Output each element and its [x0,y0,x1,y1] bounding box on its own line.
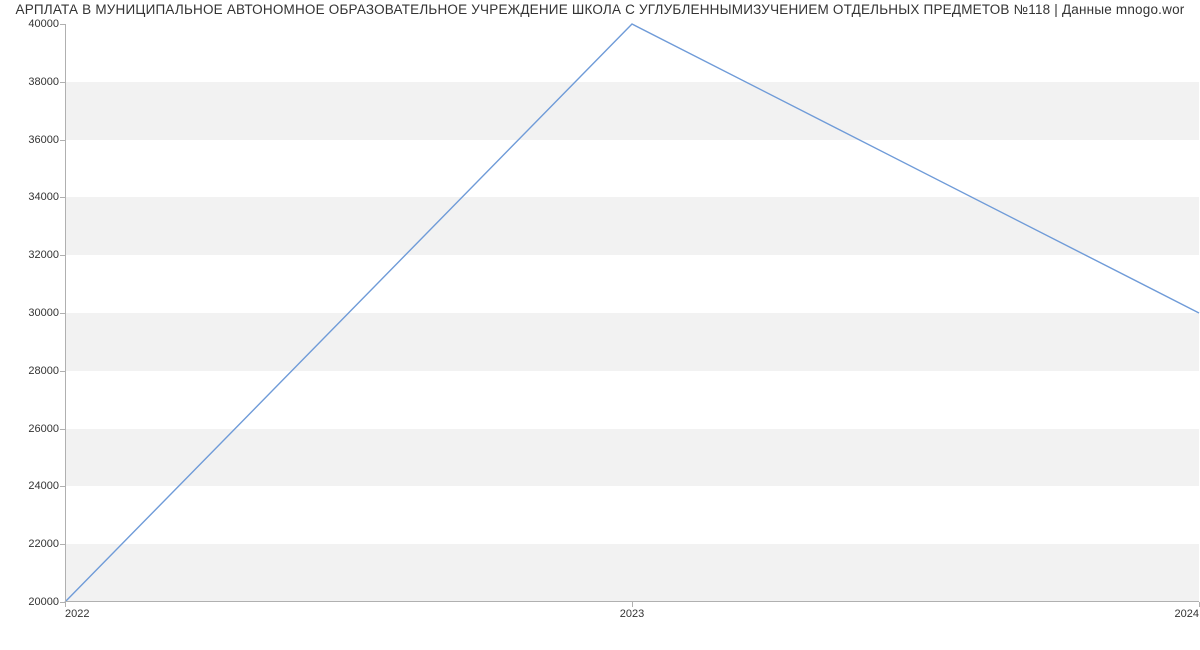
y-tick-label: 32000 [28,249,59,261]
x-tick-mark [632,602,633,607]
y-tick-mark [60,82,65,83]
x-tick-label: 2024 [1175,608,1199,620]
y-tick-label: 38000 [28,76,59,88]
y-tick-label: 30000 [28,307,59,319]
y-tick-label: 34000 [28,191,59,203]
x-tick-label: 2022 [65,608,89,620]
y-tick-label: 40000 [28,18,59,30]
y-tick-label: 26000 [28,423,59,435]
y-tick-mark [60,197,65,198]
y-tick-mark [60,544,65,545]
y-tick-label: 24000 [28,480,59,492]
y-tick-mark [60,429,65,430]
y-tick-label: 20000 [28,596,59,608]
y-tick-mark [60,24,65,25]
y-axis [65,24,66,602]
y-tick-mark [60,255,65,256]
chart-container: АРПЛАТА В МУНИЦИПАЛЬНОЕ АВТОНОМНОЕ ОБРАЗ… [0,0,1200,650]
x-tick-mark [65,602,66,607]
y-tick-mark [60,371,65,372]
y-tick-label: 36000 [28,134,59,146]
x-tick-label: 2023 [620,608,644,620]
chart-title: АРПЛАТА В МУНИЦИПАЛЬНОЕ АВТОНОМНОЕ ОБРАЗ… [0,2,1200,17]
y-tick-mark [60,313,65,314]
y-tick-mark [60,486,65,487]
y-tick-label: 28000 [28,365,59,377]
line-series [65,24,1199,602]
y-tick-mark [60,140,65,141]
plot-area: 2000022000240002600028000300003200034000… [65,24,1199,602]
y-tick-label: 22000 [28,538,59,550]
